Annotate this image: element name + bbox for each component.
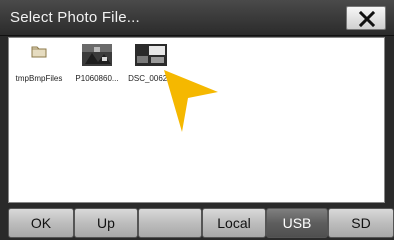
pointer-cursor-icon: [164, 70, 218, 132]
file-item-folder[interactable]: tmpBmpFiles: [9, 38, 69, 92]
photo-thumbnail-icon: [82, 44, 112, 66]
usb-button[interactable]: USB: [266, 208, 328, 238]
file-item-photo[interactable]: P1060860...: [67, 38, 127, 92]
close-button[interactable]: [346, 6, 386, 30]
up-button[interactable]: Up: [74, 208, 138, 238]
title-bar: Select Photo File...: [0, 0, 394, 36]
file-picker-window: Select Photo File... tmpBmpFiles P106086…: [0, 0, 394, 240]
sd-button[interactable]: SD: [328, 208, 394, 238]
close-icon: [359, 11, 375, 27]
local-button[interactable]: Local: [202, 208, 266, 238]
photo-thumbnail-icon: [135, 44, 167, 66]
bottom-toolbar: OK Up Local USB SD: [0, 208, 394, 240]
window-title: Select Photo File...: [10, 9, 140, 26]
ok-button[interactable]: OK: [8, 208, 74, 238]
empty-button[interactable]: [138, 208, 202, 238]
folder-icon: [31, 46, 47, 58]
